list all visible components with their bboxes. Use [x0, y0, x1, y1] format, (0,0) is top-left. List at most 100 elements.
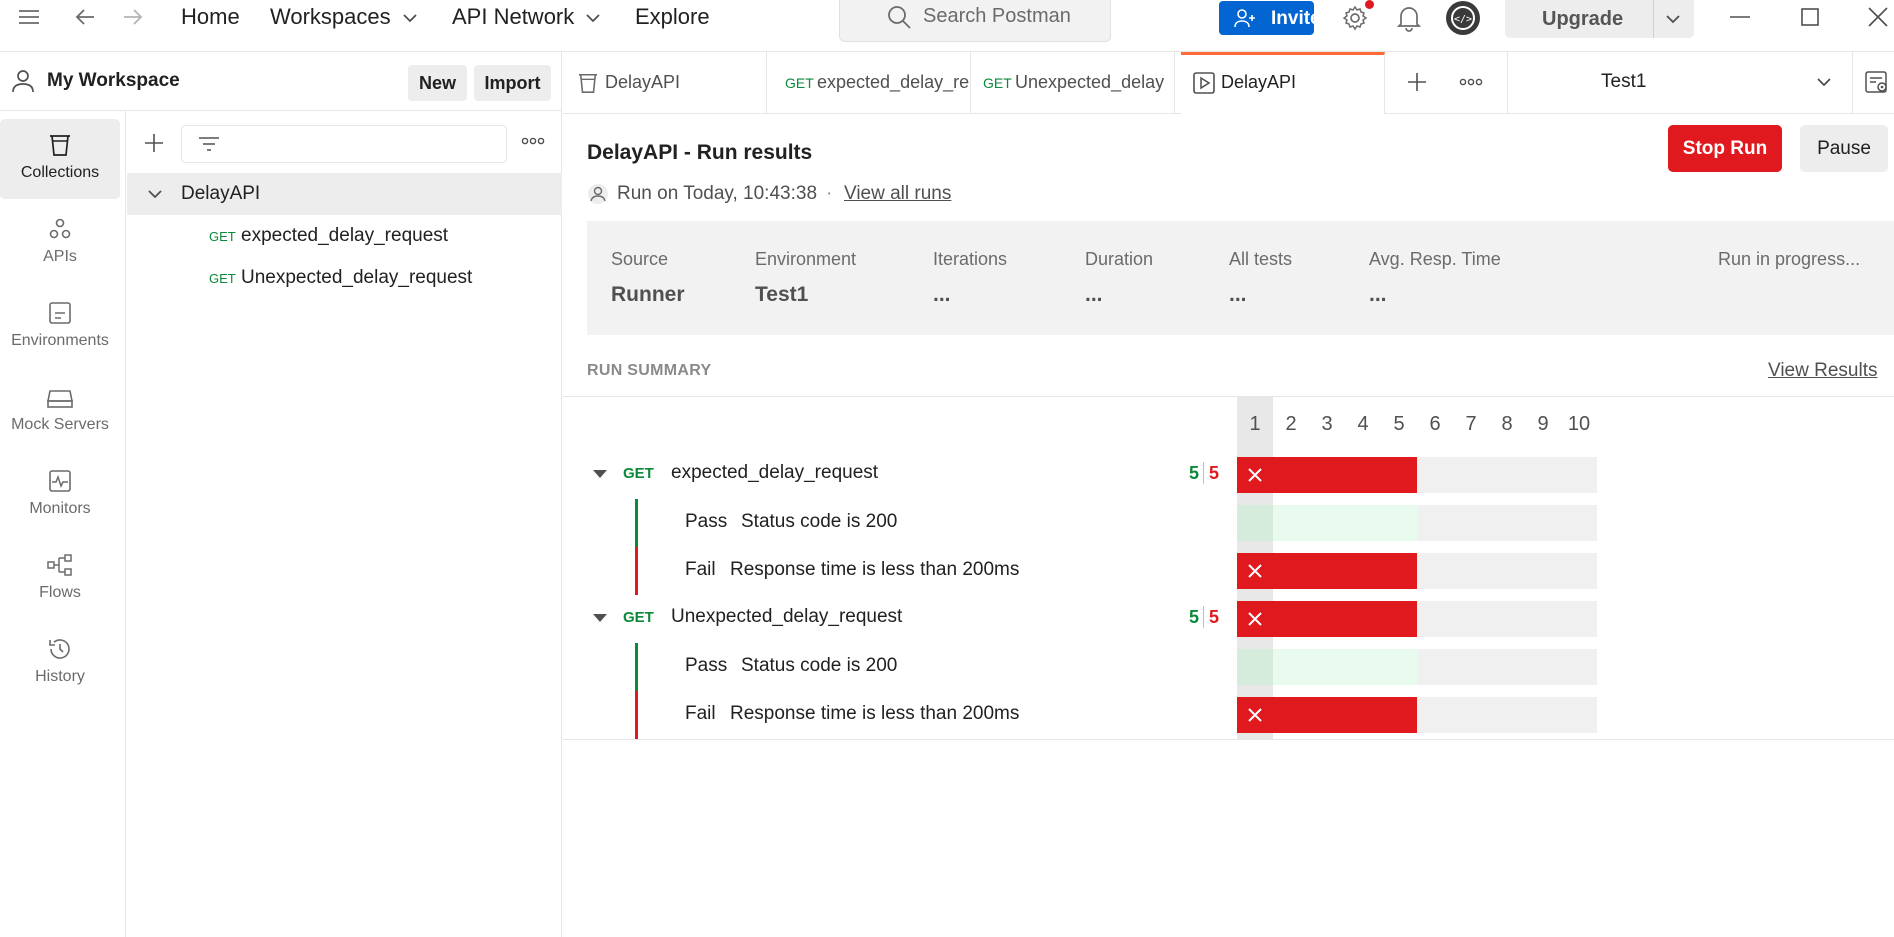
settings-icon[interactable]	[1341, 0, 1374, 32]
method-tag: GET	[623, 609, 654, 626]
iteration-number[interactable]: 1	[1237, 413, 1273, 436]
tab-delayapi-collection[interactable]: DelayAPI	[563, 52, 767, 114]
avatar[interactable]: </>	[1445, 0, 1481, 36]
svg-text:</>: </>	[1454, 14, 1472, 25]
tab-label: expected_delay_re	[817, 72, 970, 92]
count-divider	[1203, 606, 1204, 628]
tab-label: DelayAPI	[1221, 72, 1297, 92]
rail-item-collections[interactable]: Collections	[0, 119, 120, 199]
run-stats-panel: Source Runner Environment Test1 Iteratio…	[587, 221, 1894, 335]
import-button[interactable]: Import	[474, 65, 551, 101]
rail-item-environments[interactable]: Environments	[0, 287, 120, 367]
chevron-down-icon[interactable]	[148, 189, 162, 199]
apis-icon	[0, 217, 120, 241]
tab-label: DelayAPI	[605, 72, 681, 92]
divider	[563, 739, 1894, 740]
iteration-number[interactable]: 3	[1309, 413, 1345, 436]
stat-value: ...	[1229, 283, 1247, 306]
back-arrow-icon[interactable]	[74, 6, 96, 28]
stat-label: Environment	[755, 249, 857, 269]
close-icon[interactable]	[1868, 7, 1888, 27]
search-placeholder: Search Postman	[923, 5, 1071, 27]
forward-arrow-icon[interactable]	[122, 6, 144, 28]
caret-down-icon[interactable]	[593, 470, 607, 478]
fail-indicator	[635, 547, 638, 595]
pass-indicator	[635, 643, 638, 691]
request-summary-row[interactable]: GET expected_delay_request 5 5	[563, 456, 1223, 494]
new-button[interactable]: New	[408, 65, 467, 101]
filter-input[interactable]	[181, 125, 507, 163]
rail-label: Flows	[39, 584, 81, 601]
iteration-result-track	[1237, 601, 1597, 637]
environments-icon	[0, 301, 120, 325]
add-icon[interactable]	[144, 133, 164, 153]
maximize-icon[interactable]	[1801, 8, 1819, 26]
upgrade-button[interactable]: Upgrade	[1505, 0, 1694, 38]
upgrade-divider	[1653, 0, 1654, 38]
search-icon	[886, 4, 912, 30]
iteration-number[interactable]: 6	[1417, 413, 1453, 436]
page-title: DelayAPI - Run results	[587, 141, 813, 164]
view-all-runs-link[interactable]: View all runs	[844, 183, 951, 205]
play-icon	[1193, 72, 1215, 94]
stat-value: ...	[1085, 283, 1103, 306]
iteration-number[interactable]: 2	[1273, 413, 1309, 436]
tab-expected-delay-request[interactable]: GET expected_delay_re	[767, 52, 971, 114]
iteration-number[interactable]: 4	[1345, 413, 1381, 436]
minimize-icon[interactable]	[1730, 15, 1750, 19]
iteration-number[interactable]: 10	[1561, 413, 1597, 436]
search-input[interactable]: Search Postman	[839, 0, 1111, 42]
tab-unexpected-delay-request[interactable]: GET Unexpected_delay	[971, 52, 1175, 114]
request-item[interactable]: GET expected_delay_request	[127, 215, 562, 257]
iteration-number[interactable]: 9	[1525, 413, 1561, 436]
add-tab-icon[interactable]	[1407, 72, 1427, 92]
request-item[interactable]: GET Unexpected_delay_request	[127, 257, 562, 299]
iteration-result-track	[1237, 697, 1597, 733]
request-summary-row[interactable]: GET Unexpected_delay_request 5 5	[563, 600, 1223, 638]
iteration-number[interactable]: 8	[1489, 413, 1525, 436]
left-rail: Collections APIs Environments Mock Serve…	[0, 111, 126, 937]
run-summary-heading: RUN SUMMARY	[587, 362, 712, 379]
fail-indicator	[635, 691, 638, 739]
environment-quick-look-icon[interactable]	[1865, 70, 1889, 94]
stop-run-button[interactable]: Stop Run	[1668, 125, 1782, 172]
bell-icon[interactable]	[1397, 4, 1421, 32]
test-name: Status code is 200	[741, 655, 898, 676]
rail-item-monitors[interactable]: Monitors	[0, 455, 120, 535]
chevron-down-icon[interactable]	[1666, 14, 1680, 24]
collection-item-delayapi[interactable]: DelayAPI	[127, 173, 562, 215]
filter-icon	[198, 136, 220, 152]
environment-select[interactable]: Test1	[1508, 52, 1852, 114]
menu-icon[interactable]	[18, 9, 40, 25]
collections-icon	[0, 133, 120, 157]
pause-button[interactable]: Pause	[1800, 125, 1888, 172]
run-timestamp: Run on Today, 10:43:38	[617, 183, 818, 204]
tab-delayapi-run[interactable]: DelayAPI	[1181, 52, 1385, 114]
stat-label: Source	[611, 249, 669, 269]
iteration-result-track	[1237, 505, 1597, 541]
chevron-down-icon	[1817, 77, 1831, 87]
view-results-link[interactable]: View Results	[1768, 360, 1877, 382]
nav-api-network[interactable]: API Network	[452, 0, 601, 34]
test-name: Response time is less than 200ms	[730, 559, 1020, 580]
close-icon	[1237, 601, 1273, 637]
iteration-number[interactable]: 5	[1381, 413, 1417, 436]
nav-explore[interactable]: Explore	[635, 0, 710, 34]
rail-item-mock-servers[interactable]: Mock Servers	[0, 371, 120, 451]
invite-label: Invite	[1271, 8, 1321, 29]
rail-label: Monitors	[29, 500, 91, 517]
rail-item-history[interactable]: History	[0, 623, 120, 703]
nav-workspaces-label: Workspaces	[270, 4, 391, 29]
workspace-title[interactable]: My Workspace	[47, 70, 180, 92]
fail-count: 5	[1209, 607, 1220, 627]
nav-workspaces[interactable]: Workspaces	[270, 0, 417, 34]
more-options-icon[interactable]	[521, 136, 545, 146]
rail-item-flows[interactable]: Flows	[0, 539, 120, 619]
more-options-icon[interactable]	[1459, 77, 1483, 87]
rail-item-apis[interactable]: APIs	[0, 203, 120, 283]
iteration-number[interactable]: 7	[1453, 413, 1489, 436]
nav-home[interactable]: Home	[181, 0, 240, 34]
invite-button[interactable]: Invite	[1219, 1, 1321, 35]
caret-down-icon[interactable]	[593, 614, 607, 622]
test-row: Pass Status code is 200	[563, 643, 1223, 691]
